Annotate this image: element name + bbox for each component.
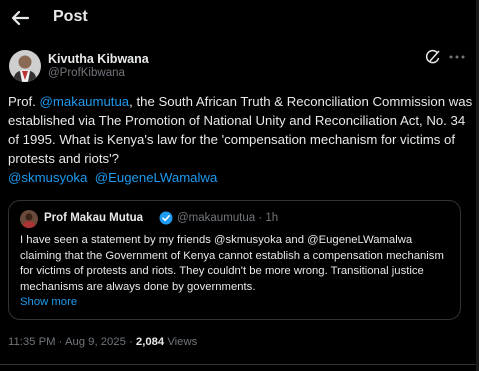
page-title: Post (53, 8, 88, 25)
quote-body: I have seen a statement by my friends @s… (20, 234, 444, 293)
views-count: 2,084 (135, 336, 165, 348)
quote-handle-text: @makaumutua (177, 212, 256, 224)
more-icon[interactable] (448, 49, 466, 65)
divider (0, 364, 479, 365)
mention-link[interactable]: @EugeneLWamalwa (95, 170, 218, 185)
back-arrow-icon[interactable] (8, 6, 32, 30)
meta-separator: · (55, 336, 65, 348)
quote-text: I have seen a statement by my friends @s… (20, 233, 456, 311)
top-header: Post (0, 0, 479, 37)
quote-tweet-card[interactable]: Prof Makau Mutua @makaumutua · 1h I have… (8, 200, 461, 320)
quote-time: · 1h (258, 212, 279, 224)
author-handle[interactable]: @ProfKibwana (48, 67, 125, 79)
author-name[interactable]: Kivutha Kibwana (48, 52, 149, 66)
show-more-link[interactable]: Show more (20, 295, 456, 311)
tweet-text: Prof. @makaumutua, the South African Tru… (8, 92, 474, 187)
quote-author-handle: @makaumutua · 1h (177, 212, 278, 224)
mention-link[interactable]: @skmusyoka (8, 170, 87, 185)
grok-icon[interactable] (425, 49, 441, 65)
post-time[interactable]: 11:35 PM (8, 336, 56, 348)
mention-link[interactable]: @makaumutua (40, 94, 130, 109)
quote-author-name[interactable]: Prof Makau Mutua (44, 212, 143, 224)
views-label: Views (164, 336, 198, 348)
post-meta: 11:35 PM · Aug 9, 2025 · 2,084 Views (8, 336, 197, 348)
quote-author-avatar[interactable] (20, 210, 38, 228)
meta-separator: · (125, 336, 136, 348)
verified-badge-icon (159, 211, 173, 225)
tweet-text-part: Prof. (8, 94, 40, 109)
author-avatar[interactable] (9, 50, 41, 82)
post-date[interactable]: Aug 9, 2025 (65, 336, 126, 348)
